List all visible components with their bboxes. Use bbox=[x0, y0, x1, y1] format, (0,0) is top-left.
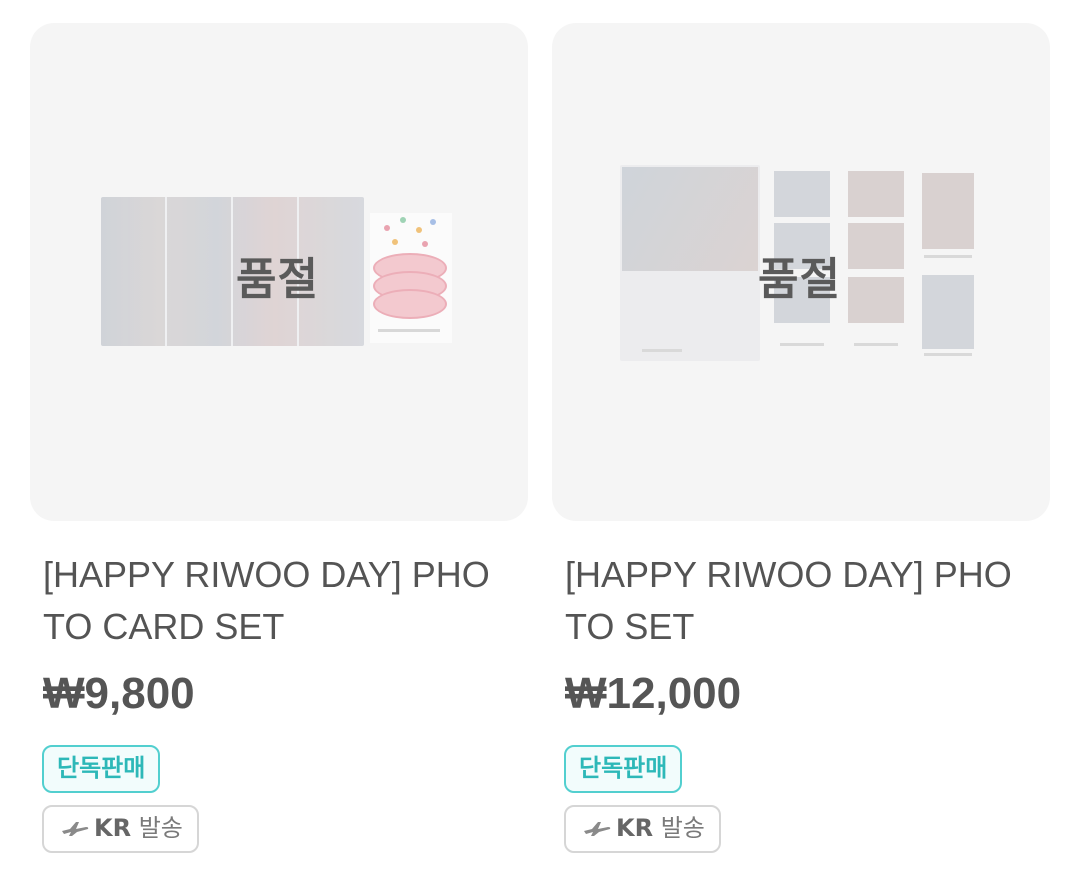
product-image-photo bbox=[774, 171, 830, 217]
product-price: ₩12,000 bbox=[565, 669, 742, 718]
shipping-badge: KR 발송 bbox=[564, 805, 721, 853]
airplane-icon bbox=[62, 822, 89, 836]
shipping-text: 발송 bbox=[138, 814, 183, 842]
badge-group: 단독판매 KR 발송 bbox=[30, 745, 528, 853]
airplane-icon bbox=[584, 822, 611, 836]
shipping-country: KR bbox=[616, 814, 654, 842]
shipping-country: KR bbox=[94, 814, 132, 842]
product-image-photo bbox=[848, 171, 904, 217]
product-price: ₩9,800 bbox=[43, 669, 195, 718]
product-card[interactable]: 품절 [HAPPY RIWOO DAY] PHOTO CARD SET ₩9,8… bbox=[30, 23, 528, 853]
product-image-photo bbox=[622, 167, 758, 271]
product-image-cake-card bbox=[370, 213, 452, 343]
badge-group: 단독판매 KR 발송 bbox=[552, 745, 1050, 853]
product-image-photo bbox=[848, 277, 904, 323]
sold-out-overlay: 품절 bbox=[758, 254, 841, 305]
product-image-photo bbox=[922, 173, 974, 249]
product-thumbnail[interactable]: 품절 bbox=[552, 23, 1050, 521]
product-title[interactable]: [HAPPY RIWOO DAY] PHOTO SET bbox=[552, 549, 1022, 653]
product-card[interactable]: 품절 [HAPPY RIWOO DAY] PHOTO SET ₩12,000 단… bbox=[552, 23, 1050, 853]
product-thumbnail[interactable]: 품절 bbox=[30, 23, 528, 521]
exclusive-badge: 단독판매 bbox=[42, 745, 161, 793]
shipping-badge: KR 발송 bbox=[42, 805, 199, 853]
product-image-photo bbox=[922, 275, 974, 349]
product-image-photo bbox=[848, 223, 904, 269]
sold-out-overlay: 품절 bbox=[236, 254, 319, 305]
product-title[interactable]: [HAPPY RIWOO DAY] PHOTO CARD SET bbox=[30, 549, 500, 653]
product-image-photocards bbox=[101, 197, 364, 346]
shipping-text: 발송 bbox=[660, 814, 705, 842]
exclusive-badge: 단독판매 bbox=[564, 745, 683, 793]
